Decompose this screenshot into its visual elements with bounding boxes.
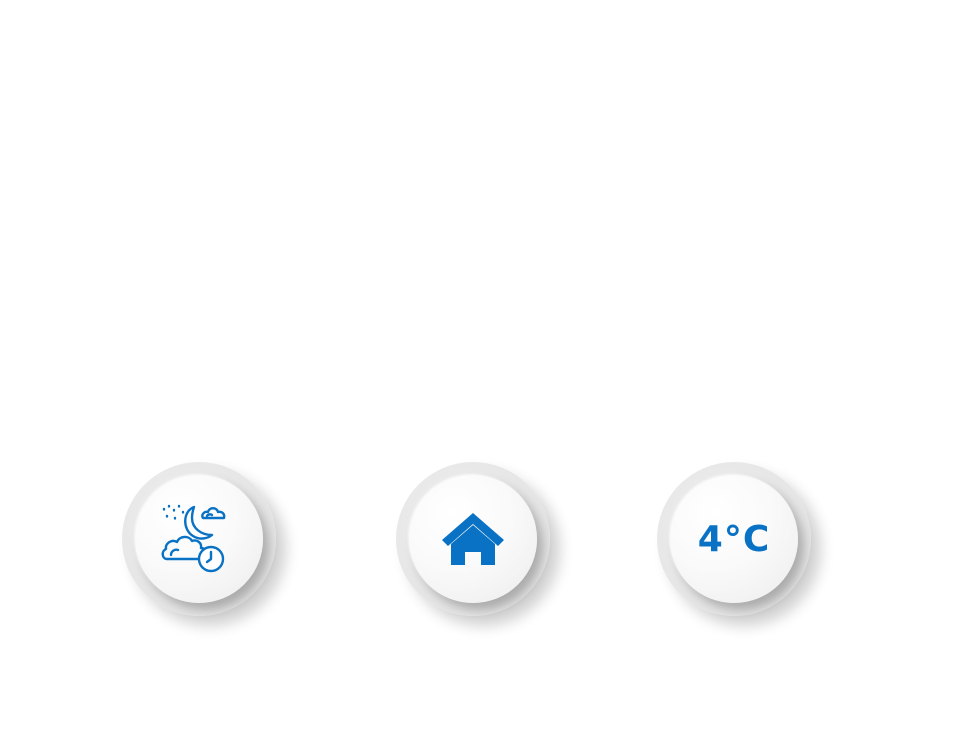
night-cloud-clock-icon [161,504,226,573]
temperature-button[interactable]: 4°C [657,462,811,616]
temperature-button-face[interactable]: 4°C [670,475,798,603]
home-button-face[interactable] [409,475,537,603]
temperature-label: 4°C [697,518,771,560]
home-button[interactable] [396,462,550,616]
home-icon [442,513,504,565]
night-schedule-button-face[interactable] [135,475,263,603]
night-schedule-button[interactable] [122,462,276,616]
